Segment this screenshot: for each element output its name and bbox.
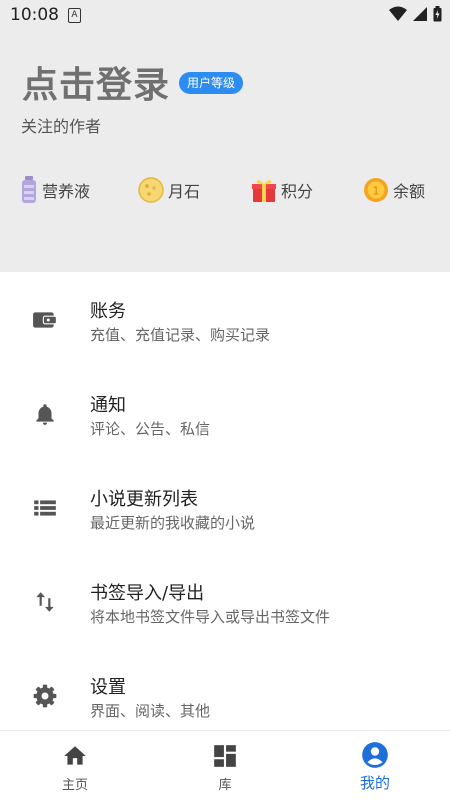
menu-item-billing[interactable]: 账务 充值、充值记录、购买记录	[0, 272, 450, 366]
nav-label: 库	[218, 778, 232, 793]
asset-nutrient[interactable]: 营养液	[20, 170, 90, 210]
signal-icon	[413, 7, 427, 21]
menu-item-title: 账务	[90, 301, 126, 322]
menu-item-title: 小说更新列表	[90, 489, 198, 510]
asset-label: 积分	[281, 182, 314, 201]
library-icon	[214, 745, 236, 767]
gift-icon	[252, 179, 276, 202]
profile-header: 点击登录 用户等级 关注的作者 营养液 月石 积分 1 余额	[0, 30, 450, 272]
asset-balance[interactable]: 1 余额	[363, 170, 425, 210]
list-icon	[34, 500, 56, 516]
menu-item-bookmark-import-export[interactable]: 书签导入/导出 将本地书签文件导入或导出书签文件	[0, 554, 450, 648]
bottle-icon	[22, 176, 36, 203]
system-icons	[389, 6, 442, 22]
asset-label: 月石	[168, 182, 201, 201]
menu-item-subtitle: 充值、充值记录、购买记录	[90, 326, 271, 344]
battery-icon	[433, 6, 442, 22]
followed-authors-link[interactable]: 关注的作者	[21, 113, 101, 137]
menu-item-subtitle: 界面、阅读、其他	[90, 702, 211, 720]
nav-label: 主页	[61, 778, 88, 793]
home-icon	[64, 746, 86, 765]
asset-moonstone[interactable]: 月石	[138, 170, 200, 210]
menu-item-update-list[interactable]: 小说更新列表 最近更新的我收藏的小说	[0, 460, 450, 554]
asset-label: 余额	[393, 182, 426, 201]
menu-item-title: 书签导入/导出	[90, 583, 205, 604]
nav-mine[interactable]: 我的	[300, 731, 450, 801]
asset-label: 营养液	[42, 182, 91, 201]
svg-text:1: 1	[373, 185, 380, 198]
import-export-icon	[36, 592, 54, 612]
login-button[interactable]: 点击登录	[22, 56, 170, 108]
nav-library[interactable]: 库	[150, 731, 300, 801]
settings-icon	[33, 684, 57, 708]
user-level-badge[interactable]: 用户等级	[179, 72, 244, 94]
bottom-navigation: 主页 库 我的	[0, 730, 450, 801]
status-time: 10:08	[10, 5, 59, 25]
bell-icon	[36, 404, 54, 425]
wallet-icon	[33, 312, 56, 328]
menu-item-subtitle: 将本地书签文件导入或导出书签文件	[90, 608, 331, 626]
status-bar: 10:08 A	[0, 0, 450, 30]
notification-a-icon: A	[68, 8, 81, 23]
moonstone-icon	[138, 177, 164, 203]
asset-points[interactable]: 积分	[251, 170, 313, 210]
nav-label: 我的	[359, 774, 390, 792]
account-icon	[362, 742, 388, 768]
menu-item-title: 设置	[90, 677, 126, 698]
menu-item-title: 通知	[90, 395, 126, 416]
wifi-icon	[389, 6, 407, 21]
menu-item-notifications[interactable]: 通知 评论、公告、私信	[0, 366, 450, 460]
menu-item-subtitle: 最近更新的我收藏的小说	[90, 514, 256, 532]
menu-item-settings[interactable]: 设置 界面、阅读、其他	[0, 648, 450, 742]
menu-item-subtitle: 评论、公告、私信	[90, 420, 211, 438]
nav-home[interactable]: 主页	[0, 731, 150, 801]
coin-icon: 1	[364, 178, 388, 202]
asset-row: 营养液 月石 积分 1 余额	[0, 170, 450, 210]
